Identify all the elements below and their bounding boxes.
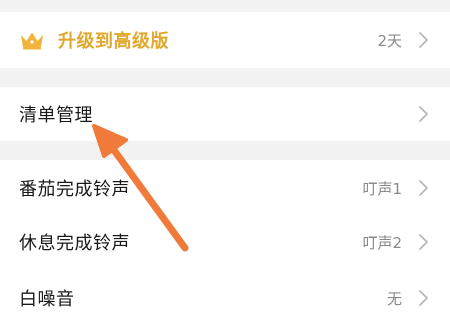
upgrade-row[interactable]: 升级到高级版 2天 [0,13,450,67]
pomodoro-finish-sound-label: 番茄完成铃声 [19,179,130,200]
upgrade-section: 升级到高级版 2天 [0,12,450,68]
pomodoro-finish-sound-row[interactable]: 番茄完成铃声 叮声1 [0,161,450,215]
chevron-right-icon [419,106,428,122]
sound-settings-section: 番茄完成铃声 叮声1 休息完成铃声 叮声2 白噪音 无 [0,160,450,326]
upgrade-label: 升级到高级版 [58,31,169,52]
white-noise-row[interactable]: 白噪音 无 [0,271,450,325]
upgrade-days-remaining: 2天 [377,31,402,50]
chevron-right-icon [419,32,428,48]
white-noise-value: 无 [386,289,402,308]
break-finish-sound-value: 叮声2 [362,233,402,252]
break-finish-sound-label: 休息完成铃声 [19,233,130,254]
chevron-right-icon [419,180,428,196]
white-noise-label: 白噪音 [19,289,75,310]
crown-icon [21,32,43,50]
break-finish-sound-row[interactable]: 休息完成铃声 叮声2 [0,215,450,269]
chevron-right-icon [419,234,428,250]
list-management-label: 清单管理 [19,105,93,126]
list-management-row[interactable]: 清单管理 [0,87,450,141]
pomodoro-finish-sound-value: 叮声1 [362,179,402,198]
chevron-right-icon [419,290,428,306]
list-management-section: 清单管理 [0,87,450,141]
